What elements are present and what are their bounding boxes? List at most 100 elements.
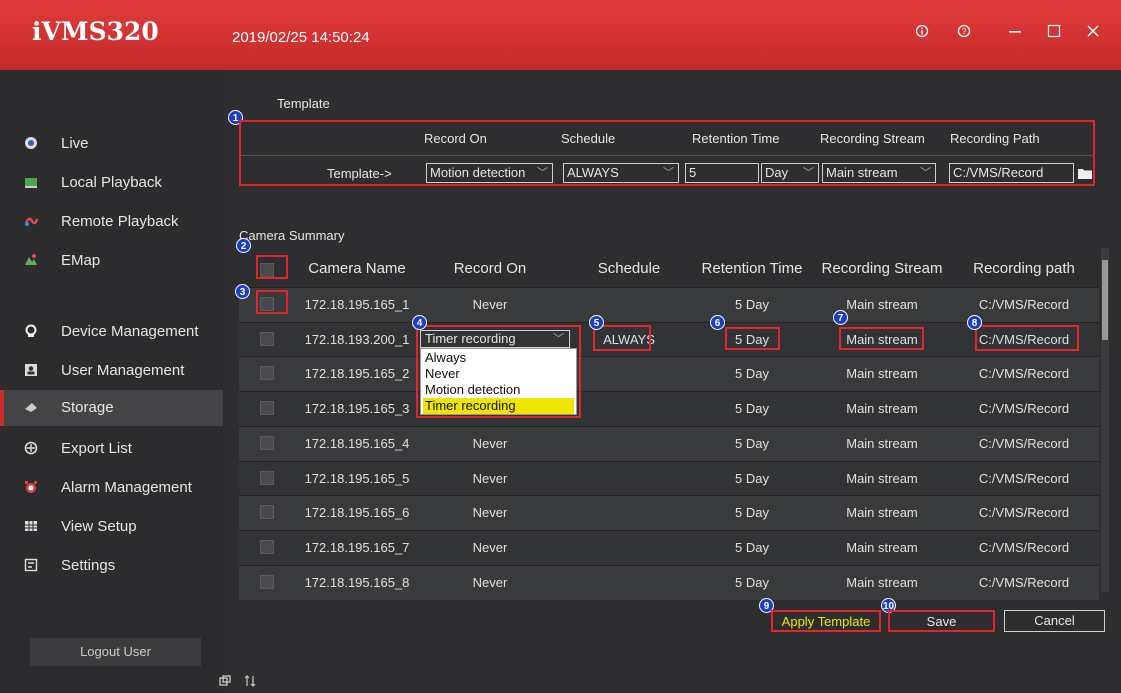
template-record-on-select[interactable]: Motion detection ﹀ xyxy=(426,163,553,183)
cell-stream[interactable]: Main stream xyxy=(817,505,947,520)
dropdown-option-motion-detection[interactable]: Motion detection xyxy=(423,382,574,398)
table-row[interactable]: 172.18.195.165_8 Never 5 Day Main stream C:/… xyxy=(239,564,1099,600)
table-row[interactable]: 172.18.195.165_6 Never 5 Day Main stream C:/… xyxy=(239,495,1099,531)
template-schedule-select[interactable]: ALWAYS ﹀ xyxy=(563,163,679,183)
callout-badge: 4 xyxy=(412,315,427,330)
apply-template-button[interactable]: Apply Template xyxy=(771,610,881,632)
table-row[interactable]: 172.18.195.165_7 Never 5 Day Main stream C:/… xyxy=(239,529,1099,565)
row-checkbox[interactable] xyxy=(260,401,274,416)
callout-badge: 7 xyxy=(833,310,848,325)
sidebar-item-alarm-management[interactable]: Alarm Management xyxy=(0,470,223,506)
template-section-title: Template xyxy=(277,96,330,111)
cell-path[interactable]: C:/VMS/Record xyxy=(969,366,1079,381)
sidebar-item-device-management[interactable]: Device Management xyxy=(0,314,223,350)
maximize-button[interactable] xyxy=(1042,22,1066,46)
cell-retention[interactable]: 5 Day xyxy=(697,297,807,312)
template-header-stream: Recording Stream xyxy=(820,131,925,146)
cell-retention[interactable]: 5 Day xyxy=(697,575,807,590)
table-row[interactable]: 172.18.195.165_2 5 Day Main stream C:/VMS/R… xyxy=(239,356,1099,392)
template-stream-select[interactable]: Main stream ﹀ xyxy=(822,163,936,183)
row-checkbox[interactable] xyxy=(260,366,274,381)
cell-record-on[interactable]: Never xyxy=(435,436,545,451)
svg-text:?: ? xyxy=(962,27,967,36)
table-row[interactable]: 172.18.195.165_5 Never 5 Day Main stream C:/… xyxy=(239,460,1099,496)
save-button[interactable]: Save xyxy=(888,610,995,632)
cell-retention[interactable]: 5 Day xyxy=(697,436,807,451)
record-on-select[interactable]: Timer recording ﹀ xyxy=(420,330,570,348)
cell-stream[interactable]: Main stream xyxy=(817,436,947,451)
sidebar-item-remote-playback[interactable]: Remote Playback xyxy=(0,204,223,240)
cell-name: 172.18.195.165_1 xyxy=(304,297,410,312)
cell-path[interactable]: C:/VMS/Record xyxy=(969,471,1079,486)
cell-path[interactable]: C:/VMS/Record xyxy=(969,401,1079,416)
template-path-input[interactable]: C:/VMS/Record xyxy=(949,163,1074,183)
cell-retention[interactable]: 5 Day xyxy=(697,540,807,555)
cell-retention[interactable]: 5 Day xyxy=(697,366,807,381)
sidebar-item-local-playback[interactable]: Local Playback xyxy=(0,165,223,201)
table-row[interactable]: 172.18.195.165_3 5 Day Main stream C:/VMS/R… xyxy=(239,391,1099,427)
logout-button[interactable]: Logout User xyxy=(30,638,201,666)
cell-record-on[interactable]: Never xyxy=(435,575,545,590)
sidebar-item-user-management[interactable]: User Management xyxy=(0,353,223,389)
table-header: Camera Name Record On Schedule Retention… xyxy=(239,250,1109,287)
cell-stream[interactable]: Main stream xyxy=(817,575,947,590)
row-checkbox[interactable] xyxy=(260,539,274,554)
view-setup-icon xyxy=(24,519,38,533)
cell-retention[interactable]: 5 Day xyxy=(697,505,807,520)
scrollbar-thumb[interactable] xyxy=(1102,260,1108,340)
select-value: Day xyxy=(765,165,789,180)
template-retention-unit-select[interactable]: Day ﹀ xyxy=(761,163,819,183)
sidebar-item-emap[interactable]: EMap xyxy=(0,243,223,279)
cell-path[interactable]: C:/VMS/Record xyxy=(969,436,1079,451)
row-checkbox[interactable] xyxy=(260,331,274,346)
cell-name: 172.18.195.165_7 xyxy=(304,539,410,555)
folder-icon[interactable] xyxy=(1078,166,1092,184)
cell-record-on[interactable]: Never xyxy=(435,540,545,555)
cell-name: 172.18.195.165_5 xyxy=(304,470,410,486)
cell-path[interactable]: C:/VMS/Record xyxy=(969,505,1079,520)
sidebar-item-view-setup[interactable]: View Setup xyxy=(0,509,223,545)
cell-stream[interactable]: Main stream xyxy=(817,540,947,555)
cell-path[interactable]: C:/VMS/Record xyxy=(969,575,1079,590)
cell-record-on[interactable]: Never xyxy=(435,297,545,312)
row-checkbox[interactable] xyxy=(260,505,274,520)
cancel-button[interactable]: Cancel xyxy=(1004,610,1105,632)
cell-name: 172.18.195.165_8 xyxy=(304,574,410,590)
cell-path[interactable]: C:/VMS/Record xyxy=(969,540,1079,555)
close-button[interactable] xyxy=(1081,22,1105,46)
cell-name: 172.18.195.165_3 xyxy=(304,401,410,417)
cell-retention[interactable]: 5 Day xyxy=(697,471,807,486)
sidebar-item-export-list[interactable]: Export List xyxy=(0,431,223,467)
sort-icon[interactable] xyxy=(244,675,256,690)
cell-stream[interactable]: Main stream xyxy=(817,366,947,381)
dropdown-option-always[interactable]: Always xyxy=(423,350,574,366)
record-on-dropdown-list: Always Never Motion detection Timer reco… xyxy=(420,348,577,415)
sidebar: Live Local Playback Remote Playback EMap… xyxy=(0,70,223,693)
row-checkbox[interactable] xyxy=(260,435,274,450)
cell-retention[interactable]: 5 Day xyxy=(697,401,807,416)
dropdown-option-never[interactable]: Never xyxy=(423,366,574,382)
cell-record-on[interactable]: Never xyxy=(435,471,545,486)
cell-stream[interactable]: Main stream xyxy=(817,471,947,486)
copy-icon[interactable] xyxy=(219,675,231,690)
row-checkbox[interactable] xyxy=(260,470,274,485)
header-record-on: Record On xyxy=(453,260,527,277)
table-row[interactable]: 172.18.195.165_4 Never 5 Day Main stream C:/… xyxy=(239,425,1099,461)
retention-highlight xyxy=(725,327,780,350)
info-icon[interactable] xyxy=(910,22,934,46)
row-checkbox[interactable] xyxy=(260,574,274,589)
sidebar-item-storage[interactable]: Storage xyxy=(0,390,223,426)
help-icon[interactable]: ? xyxy=(952,22,976,46)
header-stream: Recording Stream xyxy=(821,260,943,277)
chevron-down-icon: ﹀ xyxy=(537,167,548,179)
cell-path[interactable]: C:/VMS/Record xyxy=(969,297,1079,312)
chevron-down-icon: ﹀ xyxy=(920,167,931,179)
cell-stream[interactable]: Main stream xyxy=(817,401,947,416)
sidebar-item-settings[interactable]: Settings xyxy=(0,548,223,584)
callout-badge: 3 xyxy=(235,284,250,299)
sidebar-item-live[interactable]: Live xyxy=(0,126,223,162)
dropdown-option-timer-recording[interactable]: Timer recording xyxy=(423,398,574,414)
minimize-button[interactable] xyxy=(1003,22,1027,46)
cell-record-on[interactable]: Never xyxy=(435,505,545,520)
template-retention-input[interactable]: 5 xyxy=(685,163,759,183)
